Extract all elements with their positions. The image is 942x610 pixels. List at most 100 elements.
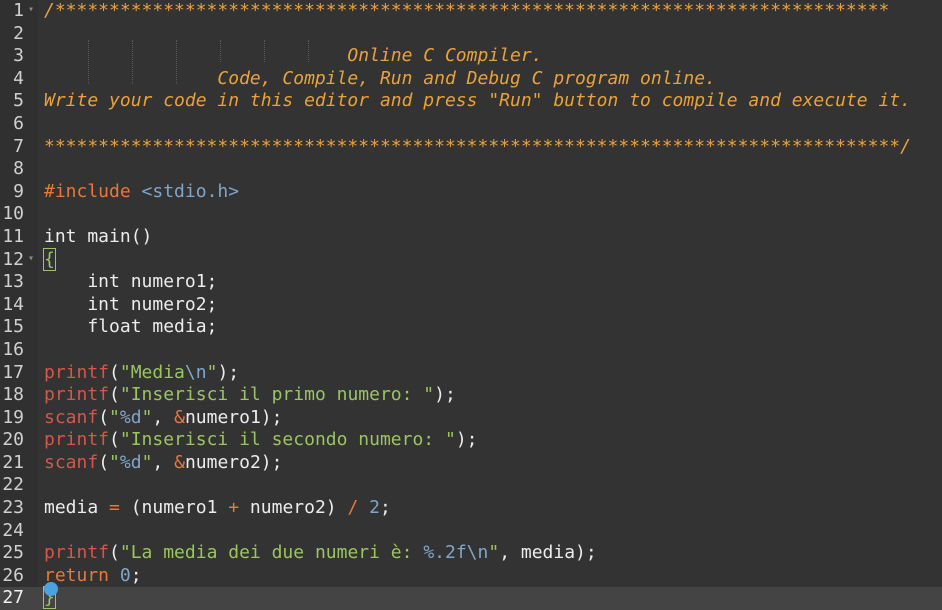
line-number: 9 [13, 180, 24, 202]
line-number: 4 [13, 67, 24, 89]
code-line[interactable]: 1 ▾ /*************************************… [0, 0, 942, 23]
code-text: printf("Inserisci il secondo numero: "); [44, 429, 478, 452]
code-text: /***************************************… [44, 0, 889, 23]
code-line[interactable]: 19 scanf("%d", &numero1); [0, 407, 942, 430]
code-text: Write your code in this editor and press… [44, 90, 911, 113]
code-text: int numero2; [44, 294, 217, 317]
code-area[interactable]: 1 ▾/*************************************… [0, 0, 942, 610]
code-token: scanf [44, 406, 99, 428]
code-line[interactable]: 6 [0, 113, 942, 136]
line-number: 19 [2, 406, 24, 428]
code-token: , [152, 451, 175, 473]
code-token: 0 [119, 564, 131, 586]
line-number: 2 [13, 22, 24, 44]
line-number: 1 [13, 0, 24, 21]
line-number: 5 [13, 90, 24, 112]
fold-arrow-icon[interactable]: ▾ [28, 0, 34, 22]
code-token: int numero2; [44, 293, 218, 315]
code-text: scanf("%d", &numero1); [44, 407, 282, 430]
code-line[interactable]: 27} [0, 586, 942, 610]
code-text: float media; [44, 316, 217, 339]
code-editor[interactable]: 1 ▾/*************************************… [0, 0, 942, 610]
code-line[interactable]: 3 Online C Compiler. [0, 45, 942, 68]
line-number: 7 [13, 135, 24, 157]
code-line[interactable]: 13 int numero1; [0, 271, 942, 294]
code-token: Write your code in this editor and press… [44, 90, 911, 112]
code-token: numero2) [239, 497, 348, 519]
line-number: 10 [2, 203, 24, 225]
code-token: ( [98, 451, 110, 473]
line-number: 13 [2, 271, 24, 293]
code-token: scanf [44, 451, 99, 473]
code-token: #include [44, 180, 142, 202]
code-token: / [347, 497, 359, 519]
code-line[interactable]: 9 #include <stdio.h> [0, 181, 942, 204]
code-token: & [174, 406, 185, 428]
code-token: Online C Compiler. [44, 45, 543, 67]
fold-arrow-icon[interactable]: ▾ [28, 248, 34, 271]
code-line[interactable]: 18 printf("Inserisci il primo numero: "); [0, 384, 942, 407]
code-line[interactable]: 23 media = (numero1 + numero2) / 2; [0, 497, 942, 520]
code-token: \n [184, 361, 207, 383]
code-token: %d [119, 451, 142, 473]
code-line[interactable]: 16 [0, 339, 942, 362]
code-line[interactable]: 7 ***************************************… [0, 136, 942, 159]
code-line[interactable]: 20 printf("Inserisci il secondo numero: "… [0, 429, 942, 452]
code-line[interactable]: 17 printf("Media\n"); [0, 362, 942, 385]
code-line[interactable]: 14 int numero2; [0, 294, 942, 317]
code-token: numero2); [184, 451, 283, 473]
code-token: " [206, 361, 218, 383]
code-token: "Inserisci il secondo numero: " [119, 429, 456, 451]
code-token: /***************************************… [44, 0, 890, 21]
text-cursor-icon [44, 582, 58, 596]
code-line[interactable]: 21 scanf("%d", &numero2); [0, 452, 942, 475]
code-text: #include <stdio.h> [44, 181, 239, 204]
code-token: media [44, 497, 110, 519]
code-token: int numero1; [44, 271, 218, 293]
code-token: float media; [44, 316, 218, 338]
line-number: 24 [2, 519, 24, 541]
code-token: printf [44, 361, 110, 383]
code-token: ; [380, 497, 391, 519]
code-token: printf [44, 384, 110, 406]
code-token: int main() [44, 225, 153, 247]
code-text: printf("Media\n"); [44, 362, 239, 385]
code-text: media = (numero1 + numero2) / 2; [44, 497, 391, 520]
line-number: 16 [2, 338, 24, 360]
line-number: 11 [2, 225, 24, 247]
line-number: 3 [13, 45, 24, 67]
code-line[interactable]: 15 float media; [0, 316, 942, 339]
code-token: %d [119, 406, 142, 428]
code-token: & [174, 451, 185, 473]
code-line[interactable]: 2 [0, 23, 942, 46]
code-token: " [109, 451, 120, 473]
code-token: (numero1 [119, 497, 229, 519]
code-line[interactable]: 4 Code, Compile, Run and Debug C program… [0, 68, 942, 91]
code-token: "Media [119, 361, 185, 383]
code-text: int numero1; [44, 271, 217, 294]
code-token: " [109, 406, 120, 428]
code-token: <stdio.h> [141, 180, 240, 202]
code-line[interactable]: 25 printf("La media dei due numeri è: %.2… [0, 542, 942, 565]
code-line[interactable]: 12 ▾ { [0, 247, 942, 272]
code-token: " [141, 451, 153, 473]
code-text: scanf("%d", &numero2); [44, 452, 282, 475]
code-line[interactable]: 26 return 0; [0, 565, 942, 588]
code-token: ( [109, 542, 120, 564]
code-line[interactable]: 10 [0, 203, 942, 226]
code-line[interactable]: 5 Write your code in this editor and pres… [0, 90, 942, 113]
code-token: ****************************************… [44, 135, 911, 157]
code-line[interactable]: 24 [0, 520, 942, 543]
code-token: numero1); [184, 406, 283, 428]
code-text: printf("La media dei due numeri è: %.2f\… [44, 542, 597, 565]
code-token: ( [98, 406, 110, 428]
code-token: printf [44, 429, 110, 451]
line-number: 25 [2, 542, 24, 564]
code-token: ); [455, 429, 478, 451]
code-token: "Inserisci il primo numero: " [119, 384, 435, 406]
code-line[interactable]: 11 int main() [0, 226, 942, 249]
code-token: %.2f [423, 542, 467, 564]
code-line[interactable]: 8 [0, 158, 942, 181]
code-line[interactable]: 22 [0, 474, 942, 497]
